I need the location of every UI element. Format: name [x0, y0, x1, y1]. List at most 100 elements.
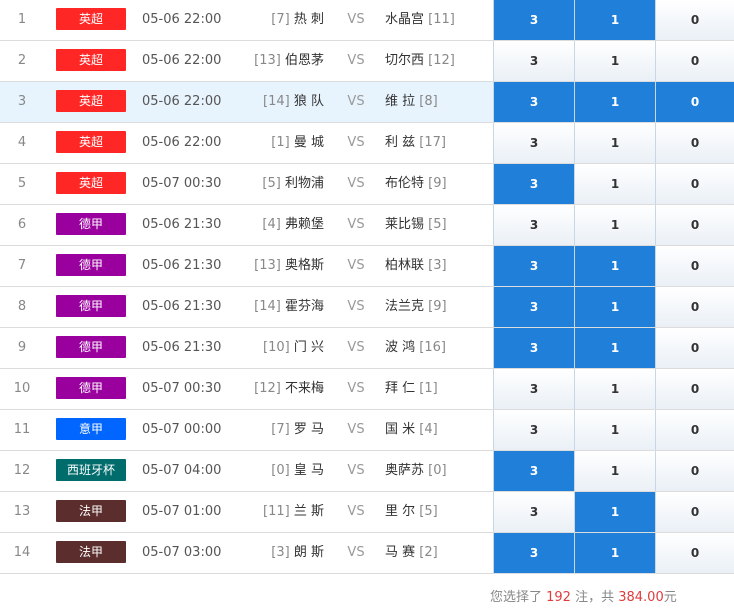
win-option-button[interactable]: 3 — [493, 82, 574, 122]
win-option-button[interactable]: 3 — [493, 492, 574, 532]
away-team-name: 奥萨苏 — [385, 463, 425, 478]
home-rank: [0] — [271, 463, 290, 478]
draw-option-button[interactable]: 1 — [574, 287, 655, 327]
loss-option-button[interactable]: 0 — [655, 492, 734, 532]
vs-label: VS — [347, 545, 365, 560]
draw-option-button[interactable]: 1 — [574, 205, 655, 245]
match-time: 05-06 22:00 — [142, 135, 222, 150]
match-time: 05-07 03:00 — [142, 545, 222, 560]
league-badge: 英超 — [56, 49, 126, 71]
match-number: 3 — [17, 94, 27, 109]
match-row: 14 法甲 05-07 03:00 [3] 朗 斯 VS 马 赛 [2] 3 1 0 — [0, 533, 734, 574]
match-time: 05-06 21:30 — [142, 299, 222, 314]
away-team-name: 维 拉 — [385, 94, 416, 109]
away-rank: [8] — [419, 94, 438, 109]
draw-option-button[interactable]: 1 — [574, 0, 655, 40]
away-team: 布伦特 [9] — [385, 164, 495, 204]
home-team: [13] 伯恩茅 — [236, 41, 324, 81]
win-option-button[interactable]: 3 — [493, 0, 574, 40]
home-team: [11] 兰 斯 — [236, 492, 324, 532]
away-team-name: 莱比锡 — [385, 217, 425, 232]
match-row: 11 意甲 05-07 00:00 [7] 罗 马 VS 国 米 [4] 3 1 0 — [0, 410, 734, 451]
away-team: 波 鸿 [16] — [385, 328, 495, 368]
draw-option-button[interactable]: 1 — [574, 164, 655, 204]
loss-option-button[interactable]: 0 — [655, 246, 734, 286]
match-number: 13 — [13, 504, 31, 519]
draw-option-button[interactable]: 1 — [574, 492, 655, 532]
match-row: 6 德甲 05-06 21:30 [4] 弗赖堡 VS 莱比锡 [5] 3 1 0 — [0, 205, 734, 246]
loss-option-button[interactable]: 0 — [655, 369, 734, 409]
home-rank: [4] — [262, 217, 281, 232]
match-row: 10 德甲 05-07 00:30 [12] 不来梅 VS 拜 仁 [1] 3 1 0 — [0, 369, 734, 410]
match-time: 05-06 21:30 — [142, 258, 222, 273]
vs-label: VS — [347, 12, 365, 27]
away-team-name: 切尔西 — [385, 53, 425, 68]
away-rank: [5] — [419, 504, 438, 519]
away-team-name: 水晶宫 — [385, 12, 425, 27]
league-badge: 英超 — [56, 8, 126, 30]
away-rank: [2] — [419, 545, 438, 560]
win-option-button[interactable]: 3 — [493, 246, 574, 286]
loss-option-button[interactable]: 0 — [655, 205, 734, 245]
match-time: 05-06 21:30 — [142, 217, 222, 232]
draw-option-button[interactable]: 1 — [574, 41, 655, 81]
match-row: 8 德甲 05-06 21:30 [14] 霍芬海 VS 法兰克 [9] 3 1 0 — [0, 287, 734, 328]
away-team: 维 拉 [8] — [385, 82, 495, 122]
match-number: 11 — [13, 422, 31, 437]
draw-option-button[interactable]: 1 — [574, 533, 655, 573]
loss-option-button[interactable]: 0 — [655, 410, 734, 450]
win-option-button[interactable]: 3 — [493, 164, 574, 204]
draw-option-button[interactable]: 1 — [574, 246, 655, 286]
away-rank: [17] — [419, 135, 446, 150]
loss-option-button[interactable]: 0 — [655, 287, 734, 327]
away-team-name: 柏林联 — [385, 258, 425, 273]
home-team: [12] 不来梅 — [236, 369, 324, 409]
loss-option-button[interactable]: 0 — [655, 328, 734, 368]
win-option-button[interactable]: 3 — [493, 328, 574, 368]
match-number: 12 — [13, 463, 31, 478]
bet-amount: 384.00 — [618, 590, 664, 605]
match-number: 10 — [13, 381, 31, 396]
league-badge: 意甲 — [56, 418, 126, 440]
away-team-name: 拜 仁 — [385, 381, 416, 396]
match-number: 4 — [17, 135, 27, 150]
vs-label: VS — [347, 94, 365, 109]
win-option-button[interactable]: 3 — [493, 287, 574, 327]
home-team-name: 兰 斯 — [293, 504, 324, 519]
league-badge: 英超 — [56, 90, 126, 112]
home-team: [5] 利物浦 — [236, 164, 324, 204]
away-team-name: 波 鸿 — [385, 340, 416, 355]
loss-option-button[interactable]: 0 — [655, 0, 734, 40]
loss-option-button[interactable]: 0 — [655, 123, 734, 163]
win-option-button[interactable]: 3 — [493, 41, 574, 81]
win-option-button[interactable]: 3 — [493, 123, 574, 163]
win-option-button[interactable]: 3 — [493, 369, 574, 409]
loss-option-button[interactable]: 0 — [655, 164, 734, 204]
home-rank: [14] — [254, 299, 281, 314]
home-rank: [13] — [254, 53, 281, 68]
win-option-button[interactable]: 3 — [493, 410, 574, 450]
draw-option-button[interactable]: 1 — [574, 82, 655, 122]
bet-count: 192 — [546, 590, 571, 605]
match-time: 05-07 00:30 — [142, 381, 222, 396]
away-rank: [9] — [428, 176, 447, 191]
win-option-button[interactable]: 3 — [493, 205, 574, 245]
home-team-name: 伯恩茅 — [284, 53, 324, 68]
draw-option-button[interactable]: 1 — [574, 451, 655, 491]
draw-option-button[interactable]: 1 — [574, 328, 655, 368]
away-team-name: 利 兹 — [385, 135, 416, 150]
loss-option-button[interactable]: 0 — [655, 41, 734, 81]
loss-option-button[interactable]: 0 — [655, 533, 734, 573]
home-team: [7] 热 刺 — [236, 0, 324, 40]
loss-option-button[interactable]: 0 — [655, 451, 734, 491]
home-team-name: 曼 城 — [293, 135, 324, 150]
match-row: 12 西班牙杯 05-07 04:00 [0] 皇 马 VS 奥萨苏 [0] 3 1 0 — [0, 451, 734, 492]
draw-option-button[interactable]: 1 — [574, 123, 655, 163]
loss-option-button[interactable]: 0 — [655, 82, 734, 122]
draw-option-button[interactable]: 1 — [574, 410, 655, 450]
home-team-name: 热 刺 — [293, 12, 324, 27]
draw-option-button[interactable]: 1 — [574, 369, 655, 409]
away-team: 柏林联 [3] — [385, 246, 495, 286]
win-option-button[interactable]: 3 — [493, 451, 574, 491]
win-option-button[interactable]: 3 — [493, 533, 574, 573]
